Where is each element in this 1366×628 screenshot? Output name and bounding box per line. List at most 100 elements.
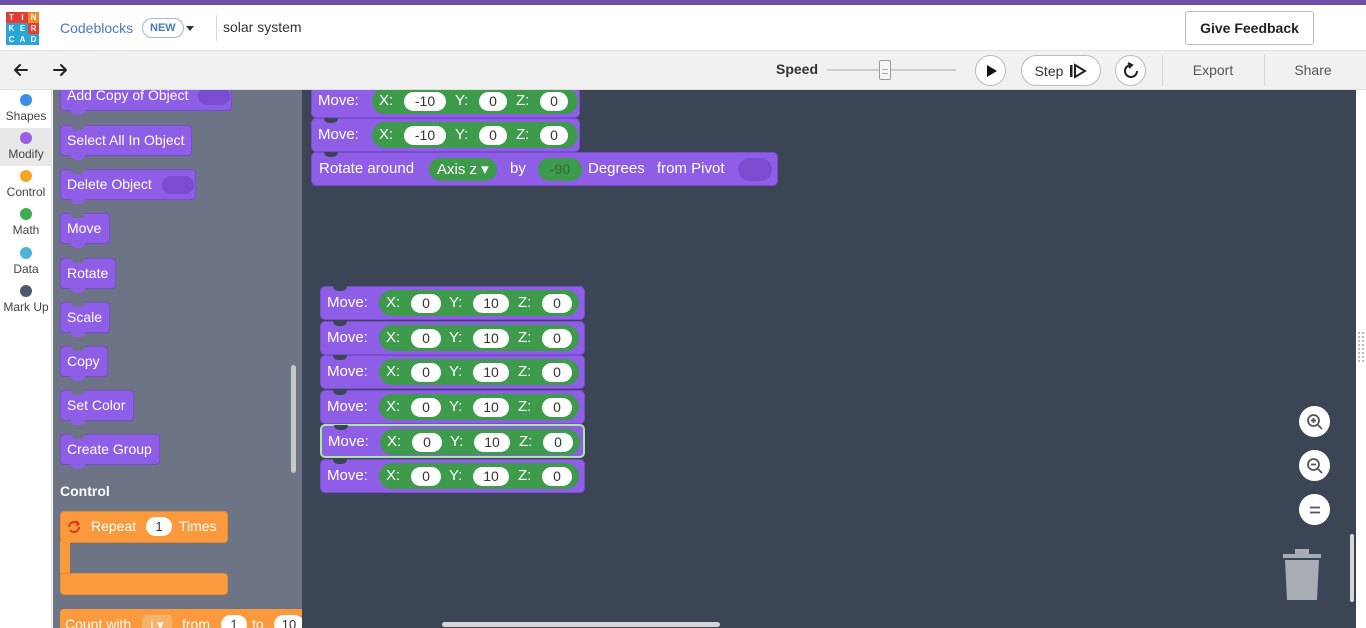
- x-value-input[interactable]: 0: [411, 363, 441, 383]
- zoom-out-button[interactable]: [1299, 450, 1330, 481]
- category-shapes[interactable]: Shapes: [0, 90, 52, 128]
- add-copy-of-object-block[interactable]: Add Copy of Object: [60, 90, 232, 115]
- x-value-input[interactable]: 0: [412, 433, 442, 453]
- z-value-input[interactable]: 0: [540, 92, 568, 111]
- y-value-input[interactable]: 0: [479, 126, 507, 145]
- move-block[interactable]: Move: X: 0 Y: 10 Z: 0: [320, 389, 585, 424]
- y-value-input[interactable]: 10: [473, 328, 509, 348]
- x-label: X:: [387, 433, 402, 451]
- degrees-value-input[interactable]: -90: [538, 158, 582, 181]
- move-block[interactable]: Move: X: -10 Y: 0 Z: 0: [311, 118, 580, 152]
- export-button[interactable]: Export: [1180, 55, 1246, 86]
- control-heading: Control: [60, 483, 110, 499]
- y-value-input[interactable]: 10: [473, 397, 509, 417]
- scale-block[interactable]: Scale: [60, 302, 110, 337]
- repeat-count-input[interactable]: 1: [146, 517, 172, 536]
- y-value-input[interactable]: 0: [479, 92, 507, 111]
- y-value-input[interactable]: 10: [474, 433, 510, 453]
- document-title[interactable]: solar system: [223, 19, 302, 35]
- delete-object-block[interactable]: Delete Object: [60, 169, 196, 204]
- speed-slider-track[interactable]: [827, 69, 956, 71]
- logo-letter: I: [17, 12, 28, 23]
- y-value-input[interactable]: 10: [473, 363, 509, 383]
- z-value-input[interactable]: 0: [543, 433, 573, 453]
- repeat-block[interactable]: Repeat 1 Times: [60, 511, 228, 597]
- category-mark-up[interactable]: Mark Up: [0, 281, 52, 319]
- copy-block[interactable]: Copy: [60, 346, 108, 381]
- block-label: Add Copy of Object: [67, 90, 189, 103]
- repeat-icon: [68, 520, 81, 533]
- move-label: Move:: [327, 294, 368, 311]
- z-value-input[interactable]: 0: [542, 397, 572, 417]
- category-data[interactable]: Data: [0, 243, 52, 281]
- move-block[interactable]: Move: X: 0 Y: 10 Z: 0: [320, 286, 585, 320]
- redo-icon[interactable]: [51, 61, 69, 79]
- xyz-input-group: X: 0 Y: 10 Z: 0: [379, 463, 579, 489]
- x-value-input[interactable]: -10: [404, 92, 446, 111]
- xyz-input-group: X: 0 Y: 10 Z: 0: [380, 429, 580, 456]
- workspace-vertical-scrollbar[interactable]: [1350, 534, 1354, 602]
- z-value-input[interactable]: 0: [542, 294, 572, 313]
- from-value-input[interactable]: 1: [221, 615, 247, 628]
- select-all-in-object-block[interactable]: Select All In Object: [60, 125, 192, 160]
- new-badge: NEW: [142, 18, 184, 38]
- share-button[interactable]: Share: [1278, 55, 1348, 86]
- workspace-horizontal-scrollbar[interactable]: [442, 622, 720, 627]
- speed-label: Speed: [776, 61, 819, 77]
- z-value-input[interactable]: 0: [542, 328, 572, 348]
- zoom-in-button[interactable]: [1299, 406, 1330, 437]
- to-value-input[interactable]: 10: [274, 615, 302, 628]
- count-variable-label: i: [150, 617, 154, 628]
- app-name-link[interactable]: Codeblocks: [60, 20, 133, 36]
- degrees-label: Degrees: [588, 160, 645, 177]
- axis-dropdown[interactable]: Axis z ▾: [429, 158, 497, 181]
- move-block[interactable]: Move: X: 0 Y: 10 Z: 0: [320, 320, 585, 355]
- panel-resize-grip[interactable]: [1358, 332, 1364, 362]
- shapes-dot-icon: [20, 94, 32, 106]
- category-math[interactable]: Math: [0, 204, 52, 242]
- rotate-label: Rotate around: [319, 160, 415, 177]
- give-feedback-button[interactable]: Give Feedback: [1185, 11, 1314, 45]
- z-value-input[interactable]: 0: [542, 363, 572, 383]
- tinkercad-logo[interactable]: TINKERCAD: [6, 12, 39, 45]
- step-button[interactable]: Step: [1021, 55, 1101, 86]
- y-value-input[interactable]: 10: [473, 467, 509, 486]
- x-value-input[interactable]: 0: [411, 328, 441, 348]
- x-value-input[interactable]: 0: [411, 294, 441, 313]
- reset-button[interactable]: [1115, 55, 1146, 86]
- zoom-reset-button[interactable]: [1299, 494, 1330, 525]
- category-modify[interactable]: Modify: [0, 128, 52, 166]
- move-block[interactable]: Move: [60, 213, 110, 248]
- z-value-input[interactable]: 0: [542, 467, 572, 486]
- set-color-block[interactable]: Set Color: [60, 390, 134, 425]
- logo-letter: C: [6, 34, 17, 45]
- z-value-input[interactable]: 0: [540, 126, 568, 145]
- count-variable-dropdown[interactable]: i ▾: [142, 615, 172, 628]
- move-label: Move:: [327, 467, 368, 484]
- trash-icon[interactable]: [1282, 548, 1322, 600]
- rotate-around-block[interactable]: Rotate around Axis z ▾ by -90 Degrees fr…: [311, 152, 778, 186]
- move-block[interactable]: Move: X: -10 Y: 0 Z: 0: [311, 90, 580, 118]
- logo-letter: E: [17, 23, 28, 34]
- x-value-input[interactable]: -10: [404, 126, 446, 145]
- flyout-scrollbar[interactable]: [291, 365, 296, 473]
- x-value-input[interactable]: 0: [411, 397, 441, 417]
- play-button[interactable]: [975, 55, 1006, 86]
- category-label: Control: [6, 185, 46, 199]
- speed-slider-handle[interactable]: [879, 60, 892, 80]
- move-block[interactable]: Move: X: 0 Y: 10 Z: 0: [320, 459, 585, 493]
- chevron-down-icon[interactable]: [186, 26, 194, 31]
- xyz-input-group: X: -10 Y: 0 Z: 0: [372, 122, 578, 148]
- create-group-block[interactable]: Create Group: [60, 434, 160, 469]
- pivot-input-slot[interactable]: [738, 158, 772, 181]
- undo-icon[interactable]: [12, 61, 30, 79]
- category-control[interactable]: Control: [0, 166, 52, 204]
- move-block[interactable]: Move: X: 0 Y: 10 Z: 0: [320, 424, 585, 459]
- code-workspace[interactable]: Move: X: -10 Y: 0 Z: 0 Move: X: -10 Y: 0…: [302, 90, 1356, 628]
- x-value-input[interactable]: 0: [411, 467, 441, 486]
- block-label: Copy: [67, 353, 100, 369]
- rotate-block[interactable]: Rotate: [60, 258, 116, 293]
- move-block[interactable]: Move: X: 0 Y: 10 Z: 0: [320, 355, 585, 390]
- count-with-block[interactable]: Count with i ▾ from 1 to 10: [60, 609, 302, 628]
- y-value-input[interactable]: 10: [473, 294, 509, 313]
